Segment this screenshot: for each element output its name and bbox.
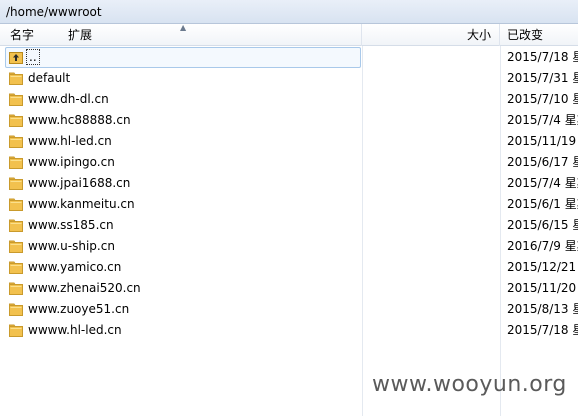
file-row[interactable]: www.ss185.cn 2015/6/15 星期 (0, 215, 578, 236)
modified-date: 2016/7/9 星期 (507, 239, 578, 253)
modified-date: 2015/6/17 星期 (507, 155, 578, 169)
file-row[interactable]: www.jpai1688.cn 2015/7/4 星期 (0, 173, 578, 194)
modified-date: 2015/8/13 星期 (507, 302, 578, 316)
column-modified-label: 已改变 (507, 28, 544, 42)
modified-date: 2015/11/20 星期 (507, 281, 578, 295)
folder-name: www.jpai1688.cn (28, 176, 131, 190)
file-row[interactable]: www.kanmeitu.cn 2015/6/1 星期 (0, 194, 578, 215)
column-name-label: 名字 (10, 28, 35, 42)
folder-name: www.ss185.cn (28, 218, 114, 232)
modified-date: 2015/7/10 星期 (507, 92, 578, 106)
modified-date: 2015/7/4 星期 (507, 113, 578, 127)
modified-date: 2015/7/18 星期 (507, 50, 578, 64)
file-row[interactable]: www.zhenai520.cn 2015/11/20 星期 (0, 278, 578, 299)
folder-name: www.ipingo.cn (28, 155, 115, 169)
file-row[interactable]: www.yamico.cn 2015/12/21 星期 (0, 257, 578, 278)
selection-highlight (5, 47, 361, 68)
parent-directory-row[interactable]: .. 2015/7/18 星期 (0, 47, 578, 68)
parent-folder-icon (9, 52, 23, 64)
modified-date: 2015/12/21 星期 (507, 260, 578, 274)
column-header: 名字 扩展 ▲ 大小 已改变 (0, 24, 578, 46)
file-row[interactable]: default 2015/7/31 星期 (0, 68, 578, 89)
column-modified-header[interactable]: 已改变 (500, 24, 578, 46)
folder-name: www.zuoye51.cn (28, 302, 130, 316)
file-row[interactable]: www.zuoye51.cn 2015/8/13 星期 (0, 299, 578, 320)
column-size-header[interactable]: 大小 (362, 24, 500, 46)
column-name-header[interactable]: 名字 扩展 ▲ (0, 24, 362, 46)
file-row[interactable]: wwww.hl-led.cn 2015/7/18 星期 (0, 320, 578, 341)
current-path: /home/wwwroot (6, 5, 102, 19)
column-size-label: 大小 (466, 28, 491, 42)
folder-name: www.dh-dl.cn (28, 92, 109, 106)
sort-ascending-icon: ▲ (180, 24, 187, 32)
modified-date: 2015/7/31 星期 (507, 71, 578, 85)
file-row[interactable]: www.hc88888.cn 2015/7/4 星期 (0, 110, 578, 131)
file-row[interactable]: www.hl-led.cn 2015/11/19 星期 (0, 131, 578, 152)
column-ext-label[interactable]: 扩展 (68, 24, 92, 46)
modified-date: 2015/7/18 星期 (507, 323, 578, 337)
folder-name: www.u-ship.cn (28, 239, 115, 253)
folder-name: www.hl-led.cn (28, 134, 112, 148)
modified-date: 2015/6/15 星期 (507, 218, 578, 232)
watermark: www.wooyun.org (372, 372, 567, 397)
parent-directory-label: .. (26, 49, 40, 65)
path-bar[interactable]: /home/wwwroot (0, 0, 578, 24)
file-row[interactable]: www.u-ship.cn 2016/7/9 星期 (0, 236, 578, 257)
folder-name: www.zhenai520.cn (28, 281, 141, 295)
file-row[interactable]: www.ipingo.cn 2015/6/17 星期 (0, 152, 578, 173)
folder-name: www.yamico.cn (28, 260, 122, 274)
modified-date: 2015/6/1 星期 (507, 197, 578, 211)
folder-name: default (28, 71, 71, 85)
folder-name: www.kanmeitu.cn (28, 197, 135, 211)
modified-date: 2015/7/4 星期 (507, 176, 578, 190)
file-row[interactable]: www.dh-dl.cn 2015/7/10 星期 (0, 89, 578, 110)
modified-date: 2015/11/19 星期 (507, 134, 578, 148)
folder-name: wwww.hl-led.cn (28, 323, 122, 337)
folder-name: www.hc88888.cn (28, 113, 131, 127)
